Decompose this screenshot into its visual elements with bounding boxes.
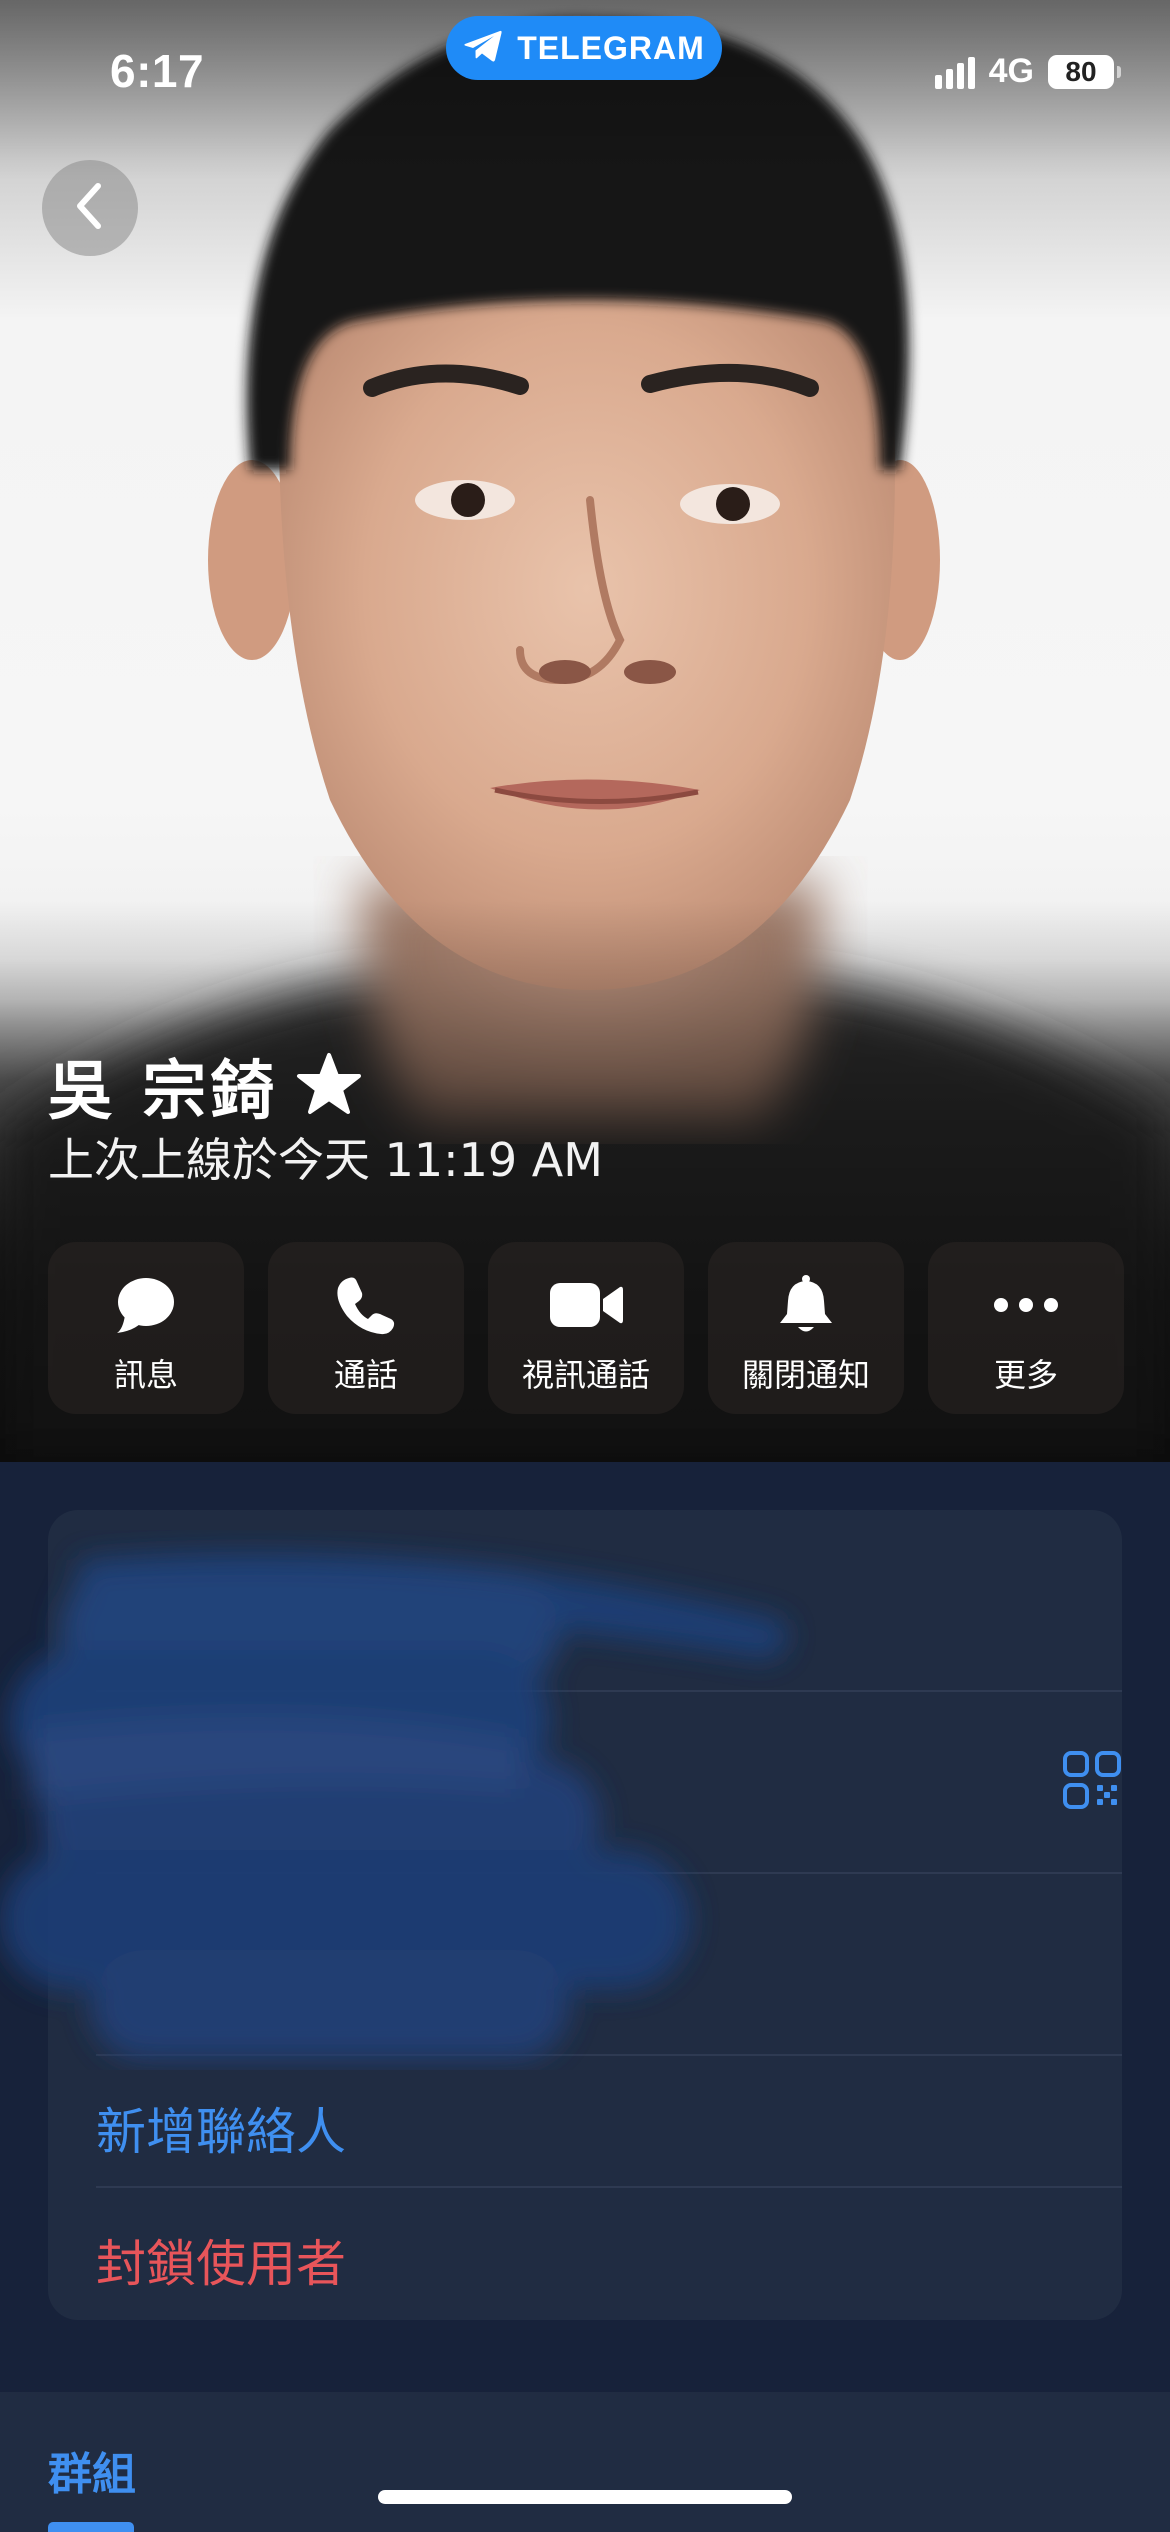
action-buttons-row: 訊息 通話 視訊通話 關閉通知 更多 [48,1242,1124,1414]
status-indicators: 4G 80 [934,52,1121,91]
video-icon [548,1274,624,1336]
more-button[interactable]: 更多 [928,1242,1124,1414]
message-icon [115,1274,177,1336]
mute-notifications-label: 關閉通知 [741,1356,870,1394]
chevron-left-icon [70,180,110,236]
mute-notifications-button[interactable]: 關閉通知 [708,1242,904,1414]
network-type: 4G [988,52,1034,90]
message-label: 訊息 [113,1356,178,1394]
home-indicator[interactable] [378,2490,792,2504]
video-call-label: 視訊通話 [521,1356,650,1394]
message-button[interactable]: 訊息 [48,1242,244,1414]
video-call-button[interactable]: 視訊通話 [488,1242,684,1414]
more-label: 更多 [993,1356,1058,1394]
signal-strength-icon [934,55,975,89]
battery-icon: 80 [1048,54,1121,89]
telegram-app-pill[interactable]: TELEGRAM [446,16,722,80]
call-label: 通話 [333,1356,398,1394]
qr-code-icon[interactable] [1062,1750,1122,1814]
status-time: 6:17 [110,45,205,97]
telegram-plane-icon [463,29,503,67]
back-button[interactable] [42,160,138,256]
add-contact-link[interactable]: 新增聯絡人 [96,2092,346,2164]
profile-name-row: 吳 宗錡 [48,1040,362,1132]
more-icon [993,1274,1059,1336]
battery-level: 80 [1065,55,1097,87]
groups-tab-indicator [48,2522,134,2532]
groups-tab[interactable]: 群組 [48,2438,136,2502]
last-seen-status: 上次上線於今天 11:19 AM [48,1133,603,1187]
contact-profile-screen: 6:17 TELEGRAM 4G 80 吳 宗錡 上次上線於今天 11:19 A… [0,0,1170,2532]
call-button[interactable]: 通話 [268,1242,464,1414]
redaction-scribble [0,1552,788,2060]
phone-icon [335,1274,397,1336]
telegram-pill-label: TELEGRAM [517,29,705,66]
add-contact-row[interactable]: 新增聯絡人 [48,2056,1122,2188]
profile-name: 吳 宗錡 [48,1055,279,1129]
profile-photo-header[interactable]: 6:17 TELEGRAM 4G 80 吳 宗錡 上次上線於今天 11:19 A… [0,0,1170,1462]
groups-section [0,2392,1170,2532]
block-user-row[interactable]: 封鎖使用者 [48,2188,1122,2320]
bell-icon [778,1274,834,1336]
block-user-link[interactable]: 封鎖使用者 [96,2224,346,2296]
star-icon[interactable] [296,1052,362,1120]
